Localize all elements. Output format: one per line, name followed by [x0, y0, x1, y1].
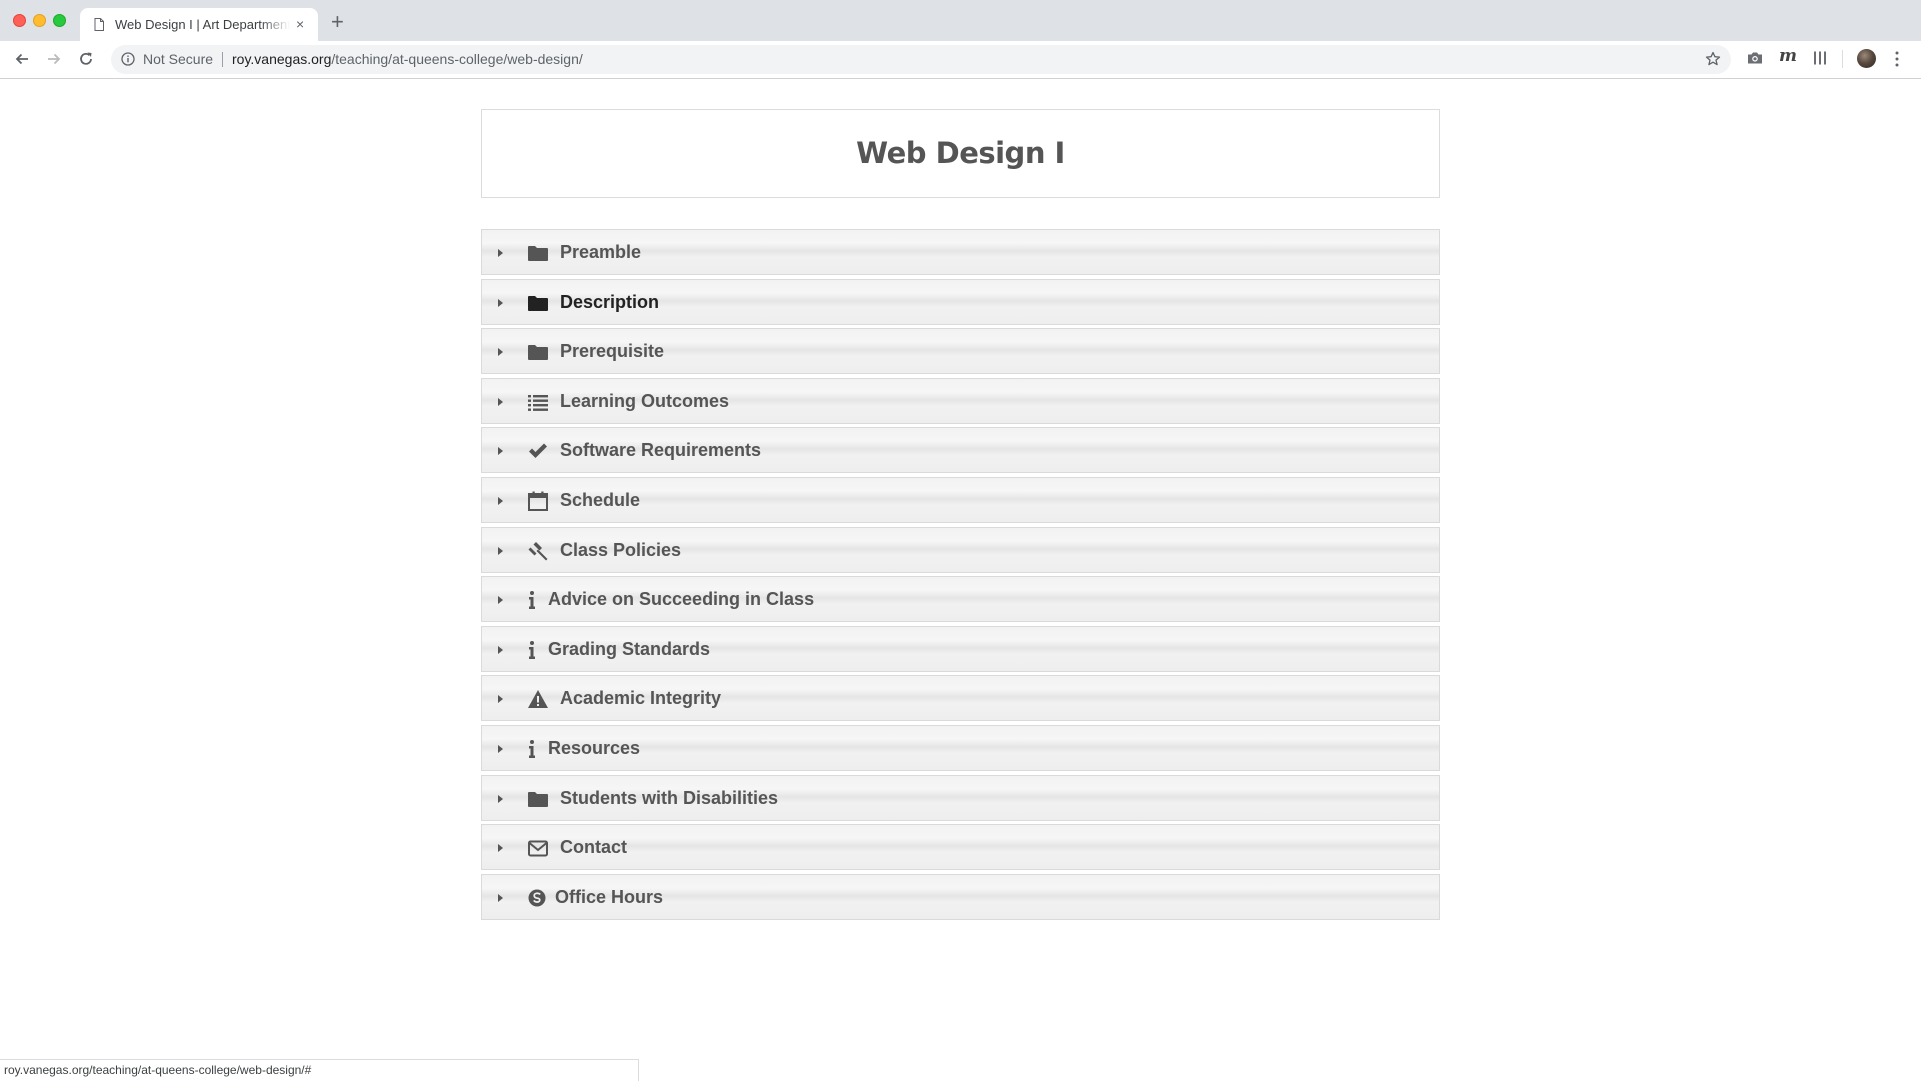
- accordion-item-prerequisite[interactable]: Prerequisite: [481, 328, 1440, 375]
- folder-icon: [528, 791, 548, 807]
- tab-title-fade: [260, 14, 290, 36]
- accordion-item-resources[interactable]: Resources: [481, 724, 1440, 771]
- syllabus-accordion: Preamble Description Prerequisite Learning …: [481, 229, 1440, 923]
- skype-icon: [528, 889, 546, 907]
- accordion-label[interactable]: Prerequisite: [560, 341, 664, 362]
- bookmark-star-icon[interactable]: [1705, 51, 1721, 67]
- accordion-label[interactable]: Description: [560, 292, 659, 313]
- expand-arrow-icon[interactable]: [498, 844, 503, 853]
- toolbar-separator: [1842, 50, 1843, 68]
- accordion-label[interactable]: Preamble: [560, 242, 641, 263]
- expand-arrow-icon[interactable]: [498, 744, 503, 753]
- minimize-window-button[interactable]: [33, 14, 46, 27]
- url-path: /teaching/at-queens-college/web-design/: [331, 51, 583, 67]
- browser-toolbar: Not Secure roy.vanegas.org/teaching/at-q…: [0, 41, 1921, 79]
- accordion-item-learning-outcomes[interactable]: Learning Outcomes: [481, 377, 1440, 424]
- accordion-item-academic-integrity[interactable]: Academic Integrity: [481, 675, 1440, 722]
- envelope-icon: [528, 840, 548, 857]
- expand-arrow-icon[interactable]: [498, 794, 503, 803]
- title-card: Web Design I: [481, 109, 1440, 198]
- expand-arrow-icon[interactable]: [498, 397, 503, 406]
- accordion-item-description[interactable]: Description: [481, 278, 1440, 325]
- accordion-item-software-requirements[interactable]: Software Requirements: [481, 427, 1440, 474]
- info-icon: [529, 640, 535, 659]
- zoom-window-button[interactable]: [53, 14, 66, 27]
- folder-icon: [528, 295, 548, 311]
- url-host: roy.vanegas.org: [232, 51, 332, 67]
- page-title: Web Design I: [856, 136, 1065, 170]
- expand-arrow-icon[interactable]: [498, 546, 503, 555]
- calendar-icon: [528, 491, 548, 511]
- accordion-item-preamble[interactable]: Preamble: [481, 229, 1440, 275]
- status-bar: roy.vanegas.org/teaching/at-queens-colle…: [0, 1059, 639, 1081]
- folder-icon: [528, 345, 548, 361]
- accordion-item-office-hours[interactable]: Office Hours: [481, 873, 1440, 920]
- url-text[interactable]: roy.vanegas.org/teaching/at-queens-colle…: [232, 51, 583, 67]
- browser-tab[interactable]: Web Design I | Art Department ×: [80, 8, 318, 41]
- warning-icon: [528, 690, 548, 709]
- expand-arrow-icon[interactable]: [498, 298, 503, 307]
- new-tab-button[interactable]: +: [331, 11, 344, 33]
- checkmark-icon: [529, 443, 547, 459]
- close-tab-icon[interactable]: ×: [296, 16, 304, 32]
- gavel-icon: [528, 541, 548, 561]
- status-url: roy.vanegas.org/teaching/at-queens-colle…: [4, 1063, 312, 1077]
- forward-arrow-icon[interactable]: [45, 50, 63, 68]
- folder-icon: [528, 246, 548, 261]
- camera-icon[interactable]: [1746, 50, 1764, 66]
- expand-arrow-icon[interactable]: [498, 249, 503, 257]
- accordion-item-advice-on-succeeding-in-class[interactable]: Advice on Succeeding in Class: [481, 576, 1440, 623]
- accordion-label[interactable]: Academic Integrity: [560, 688, 721, 709]
- security-label[interactable]: Not Secure: [143, 51, 213, 67]
- accordion-label[interactable]: Students with Disabilities: [560, 788, 778, 809]
- accordion-item-grading-standards[interactable]: Grading Standards: [481, 625, 1440, 672]
- extension-m-icon[interactable]: m: [1779, 46, 1797, 66]
- expand-arrow-icon[interactable]: [498, 596, 503, 605]
- document-icon: [94, 18, 104, 31]
- browser-tab-strip: Web Design I | Art Department × +: [0, 0, 1921, 41]
- accordion-label[interactable]: Schedule: [560, 490, 640, 511]
- accordion-item-class-policies[interactable]: Class Policies: [481, 526, 1440, 573]
- expand-arrow-icon[interactable]: [498, 348, 503, 357]
- reload-icon[interactable]: [77, 50, 95, 68]
- close-window-button[interactable]: [13, 14, 26, 27]
- accordion-label[interactable]: Office Hours: [555, 887, 663, 908]
- info-icon: [529, 591, 535, 610]
- expand-arrow-icon[interactable]: [498, 695, 503, 704]
- accordion-item-students-with-disabilities[interactable]: Students with Disabilities: [481, 774, 1440, 821]
- expand-arrow-icon[interactable]: [498, 447, 503, 456]
- address-separator: [222, 52, 223, 67]
- accordion-label[interactable]: Resources: [548, 738, 640, 759]
- expand-arrow-icon[interactable]: [498, 645, 503, 654]
- expand-arrow-icon[interactable]: [498, 893, 503, 902]
- info-icon: [529, 739, 535, 758]
- accordion-item-contact[interactable]: Contact: [481, 824, 1440, 871]
- expand-arrow-icon[interactable]: [498, 496, 503, 505]
- profile-avatar[interactable]: [1857, 49, 1876, 68]
- accordion-label[interactable]: Advice on Succeeding in Class: [548, 589, 814, 610]
- info-icon[interactable]: [121, 52, 135, 66]
- accordion-item-schedule[interactable]: Schedule: [481, 476, 1440, 523]
- library-bars-icon[interactable]: [1812, 50, 1828, 66]
- accordion-label[interactable]: Class Policies: [560, 540, 681, 561]
- accordion-label[interactable]: Contact: [560, 837, 627, 858]
- accordion-label[interactable]: Grading Standards: [548, 639, 710, 660]
- accordion-label[interactable]: Learning Outcomes: [560, 391, 729, 412]
- list-icon: [528, 394, 548, 411]
- more-menu-icon[interactable]: [1894, 50, 1900, 68]
- back-arrow-icon[interactable]: [13, 50, 31, 68]
- accordion-label[interactable]: Software Requirements: [560, 440, 761, 461]
- address-bar[interactable]: Not Secure roy.vanegas.org/teaching/at-q…: [111, 45, 1731, 74]
